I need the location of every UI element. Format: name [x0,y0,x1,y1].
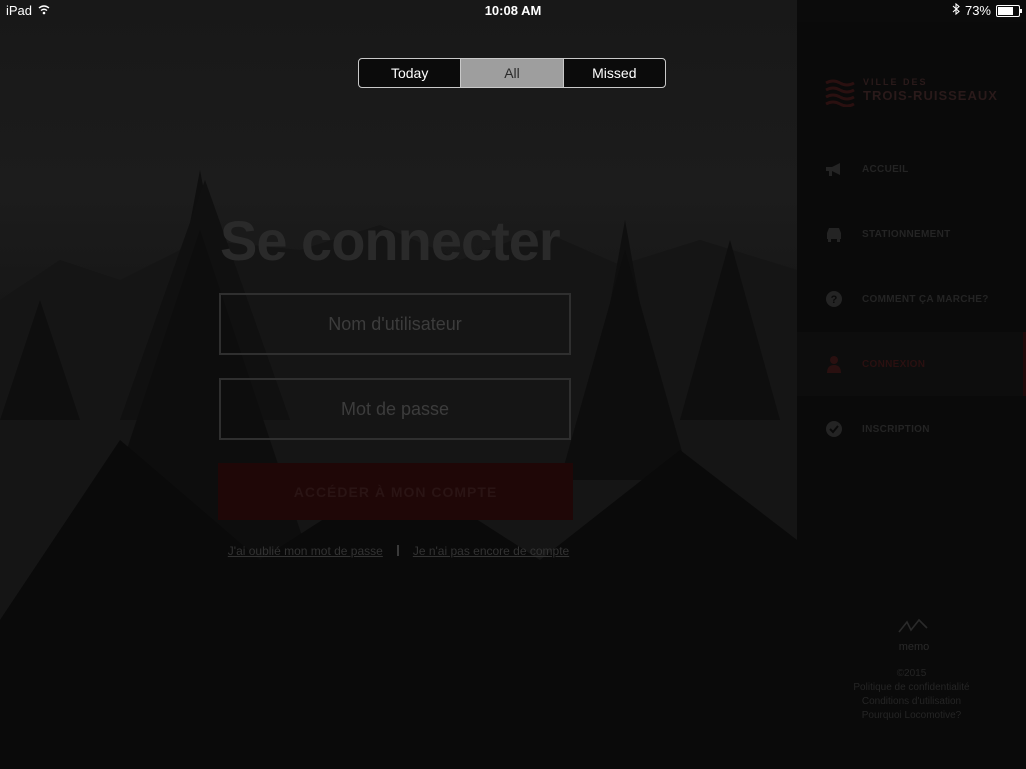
status-bar: iPad 10:08 AM 73% [0,0,1026,22]
question-icon: ? [824,289,844,309]
logo[interactable]: VILLE DES TROIS-RUISSEAUX [825,77,998,107]
logo-text: VILLE DES TROIS-RUISSEAUX [863,77,998,103]
car-icon [824,224,844,244]
forgot-password-link[interactable]: J'ai oublié mon mot de passe [228,544,383,558]
battery-icon [996,4,1022,17]
segmented-control: Today All Missed [358,58,666,88]
sidebar: VILLE DES TROIS-RUISSEAUX ACCUEIL STATIO… [797,22,1026,769]
memo-mark-icon [898,618,928,633]
memo-label: memo [898,641,930,653]
username-field[interactable] [219,293,571,355]
logo-line2: TROIS-RUISSEAUX [863,88,998,103]
memo-logo: memo [879,618,949,653]
sidebar-item-label: COMMENT ÇA MARCHE? [862,293,989,305]
svg-text:?: ? [831,294,838,306]
segment-all[interactable]: All [461,59,564,87]
sidebar-item-inscription[interactable]: INSCRIPTION [797,397,1026,461]
sidebar-item-comment[interactable]: ? COMMENT ÇA MARCHE? [797,267,1026,331]
segment-missed[interactable]: Missed [564,59,665,87]
why-link[interactable]: Pourquoi Locomotive? [797,709,1026,723]
terms-link[interactable]: Conditions d'utilisation [797,695,1026,709]
sidebar-item-label: INSCRIPTION [862,423,930,435]
megaphone-icon [824,159,844,179]
sidebar-item-label: ACCUEIL [862,163,909,175]
sidebar-item-label: CONNEXION [862,358,926,370]
sidebar-footer: ©2015 Politique de confidentialité Condi… [797,667,1026,723]
bluetooth-icon [952,2,960,18]
privacy-link[interactable]: Politique de confidentialité [797,681,1026,695]
battery-fill [998,6,1013,15]
sidebar-item-label: STATIONNEMENT [862,228,951,240]
login-links: J'ai oublié mon mot de passe Je n'ai pas … [0,544,797,558]
link-separator [396,545,399,556]
logo-line1: VILLE DES [863,77,928,87]
page-title: Se connecter [220,209,561,272]
status-bar-right: 73% [952,2,1022,18]
sidebar-item-stationnement[interactable]: STATIONNEMENT [797,202,1026,266]
submit-button[interactable]: ACCÉDER À MON COMPTE [218,463,573,520]
clock: 10:08 AM [484,3,542,18]
check-circle-icon [824,419,844,439]
user-icon [824,354,844,374]
sidebar-item-accueil[interactable]: ACCUEIL [797,137,1026,201]
battery-percent: 73% [964,3,991,18]
signup-link[interactable]: Je n'ai pas encore de compte [413,544,569,558]
sidebar-item-connexion[interactable]: CONNEXION [797,332,1026,396]
segment-today[interactable]: Today [359,59,462,87]
logo-waves-icon [825,79,855,107]
password-field[interactable] [219,378,571,440]
copyright: ©2015 [896,668,927,679]
